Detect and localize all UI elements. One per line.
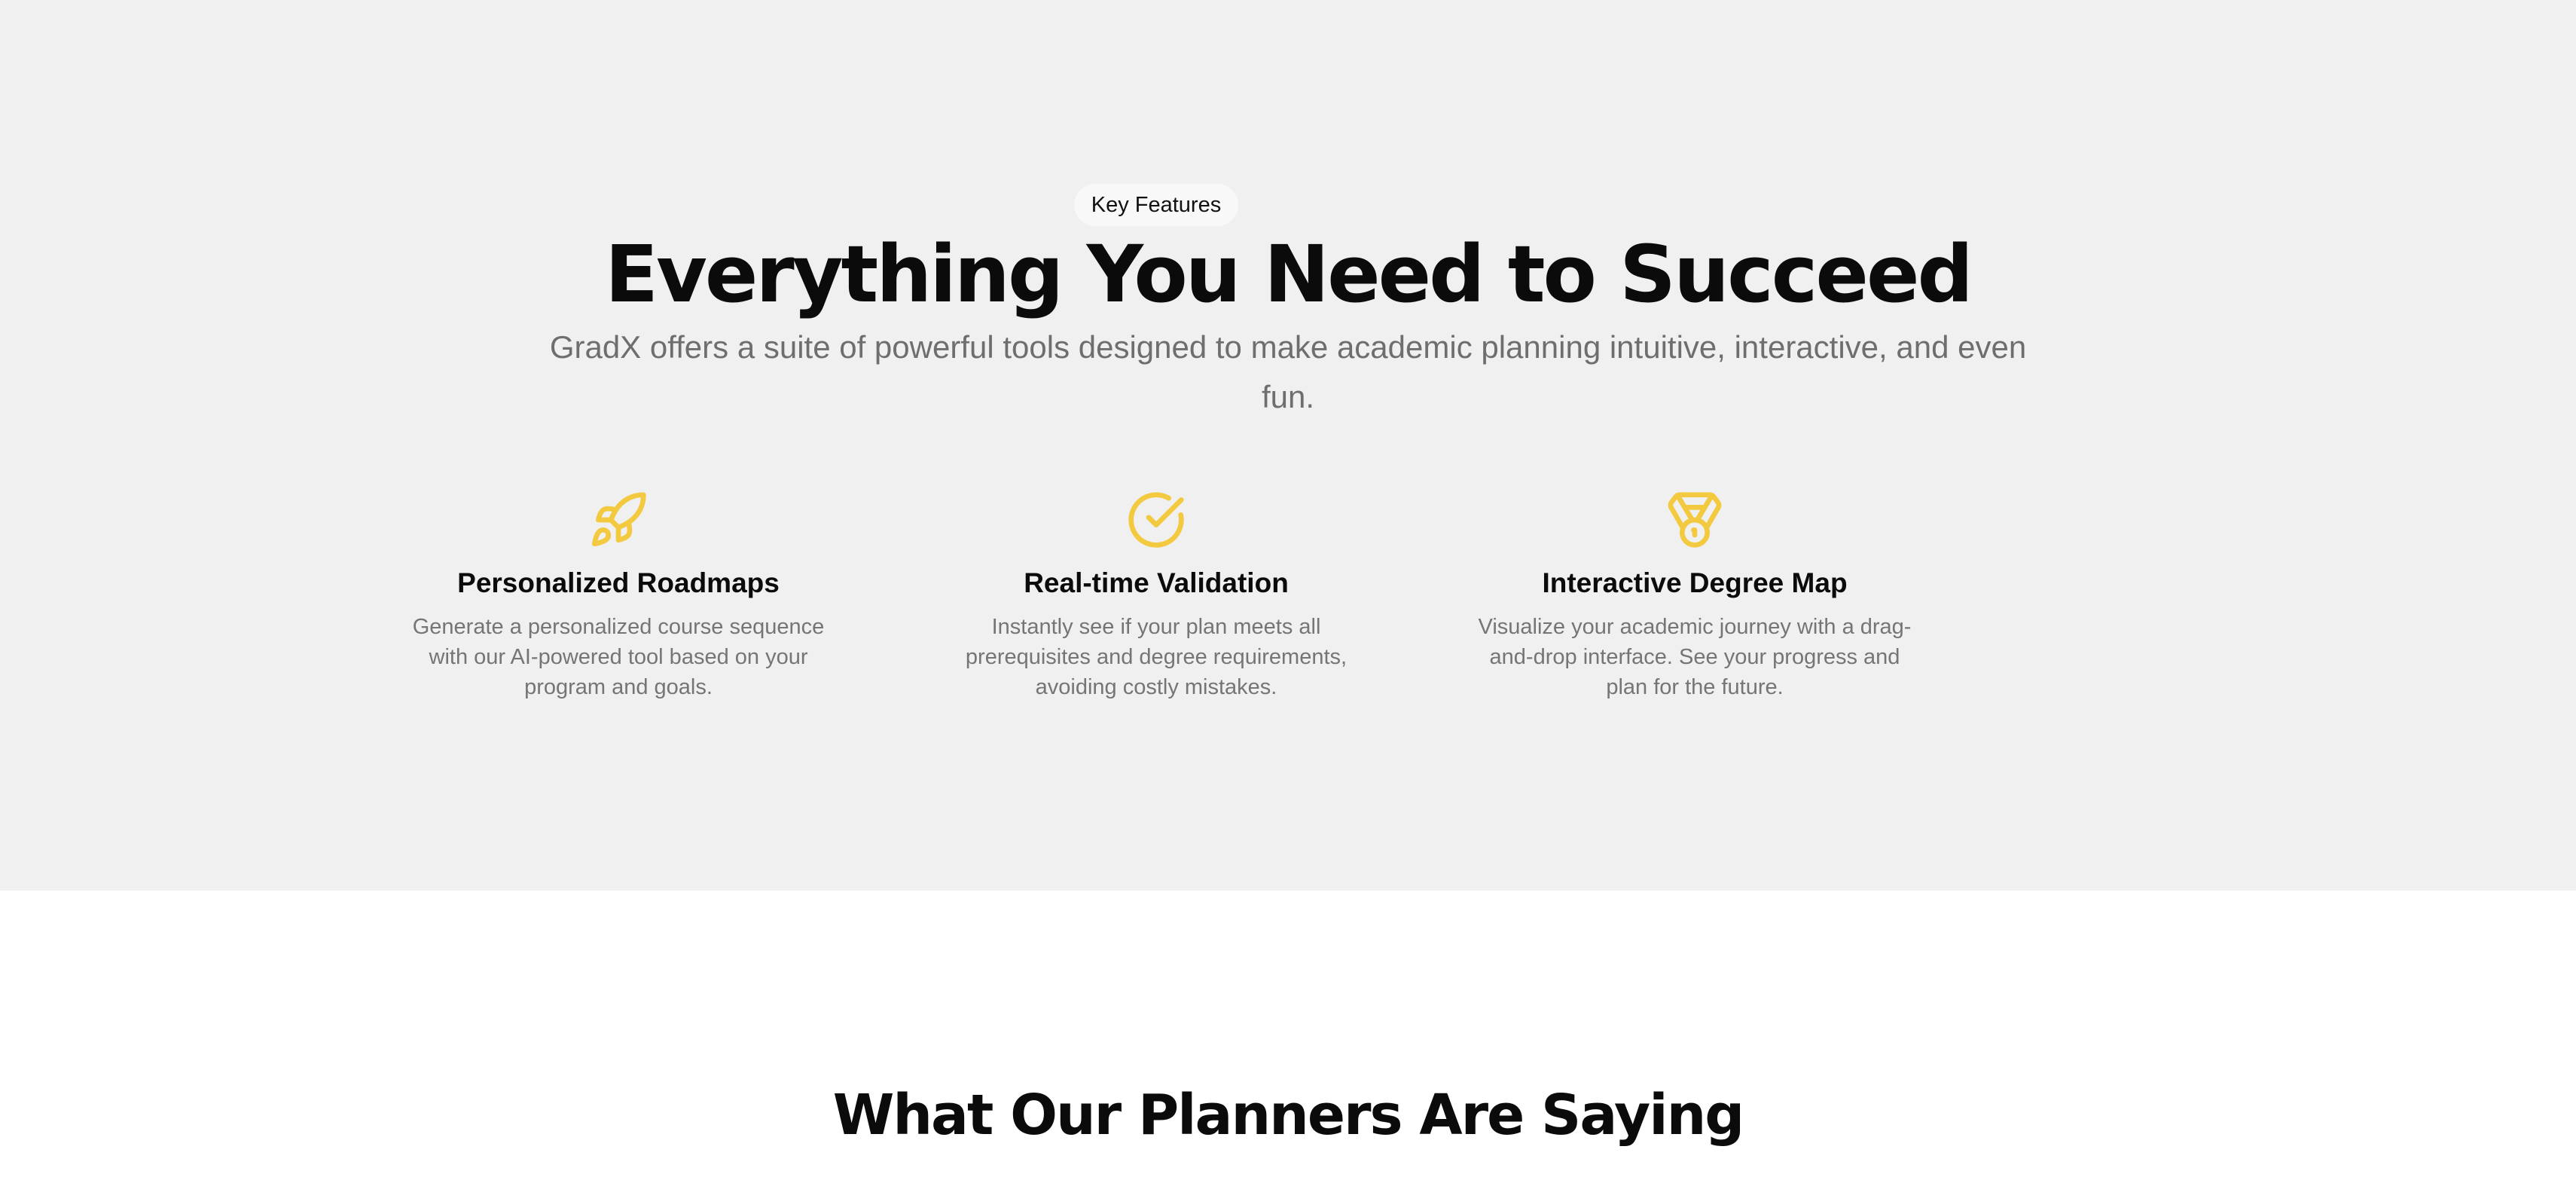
feature-card-real-time-validation: Real-time Validation Instantly see if yo…	[923, 490, 1390, 702]
medal-icon	[1668, 492, 1722, 548]
rocket-icon	[592, 492, 646, 546]
feature-card-personalized-roadmaps: Personalized Roadmaps Generate a persona…	[385, 490, 852, 702]
features-headline: Everything You Need to Succeed	[605, 228, 1973, 320]
feature-title: Interactive Degree Map	[1542, 567, 1848, 598]
feature-description: Visualize your academic journey with a d…	[1478, 615, 1912, 699]
feature-description: Generate a personalized course sequence …	[412, 615, 825, 699]
feature-description: Instantly see if your plan meets all pre…	[965, 615, 1348, 699]
check-circle-icon	[1128, 492, 1184, 548]
feature-title: Personalized Roadmaps	[457, 567, 780, 598]
testimonials-heading: What Our Planners Are Saying	[832, 1083, 1745, 1148]
features-section: Key Features Everything You Need to Succ…	[0, 0, 2576, 891]
features-subheadline: GradX offers a suite of powerful tools d…	[549, 329, 2027, 414]
key-features-badge: Key Features	[1074, 184, 1238, 226]
feature-title: Real-time Validation	[1024, 567, 1289, 598]
feature-card-interactive-degree-map: Interactive Degree Map Visualize your ac…	[1461, 490, 1928, 702]
